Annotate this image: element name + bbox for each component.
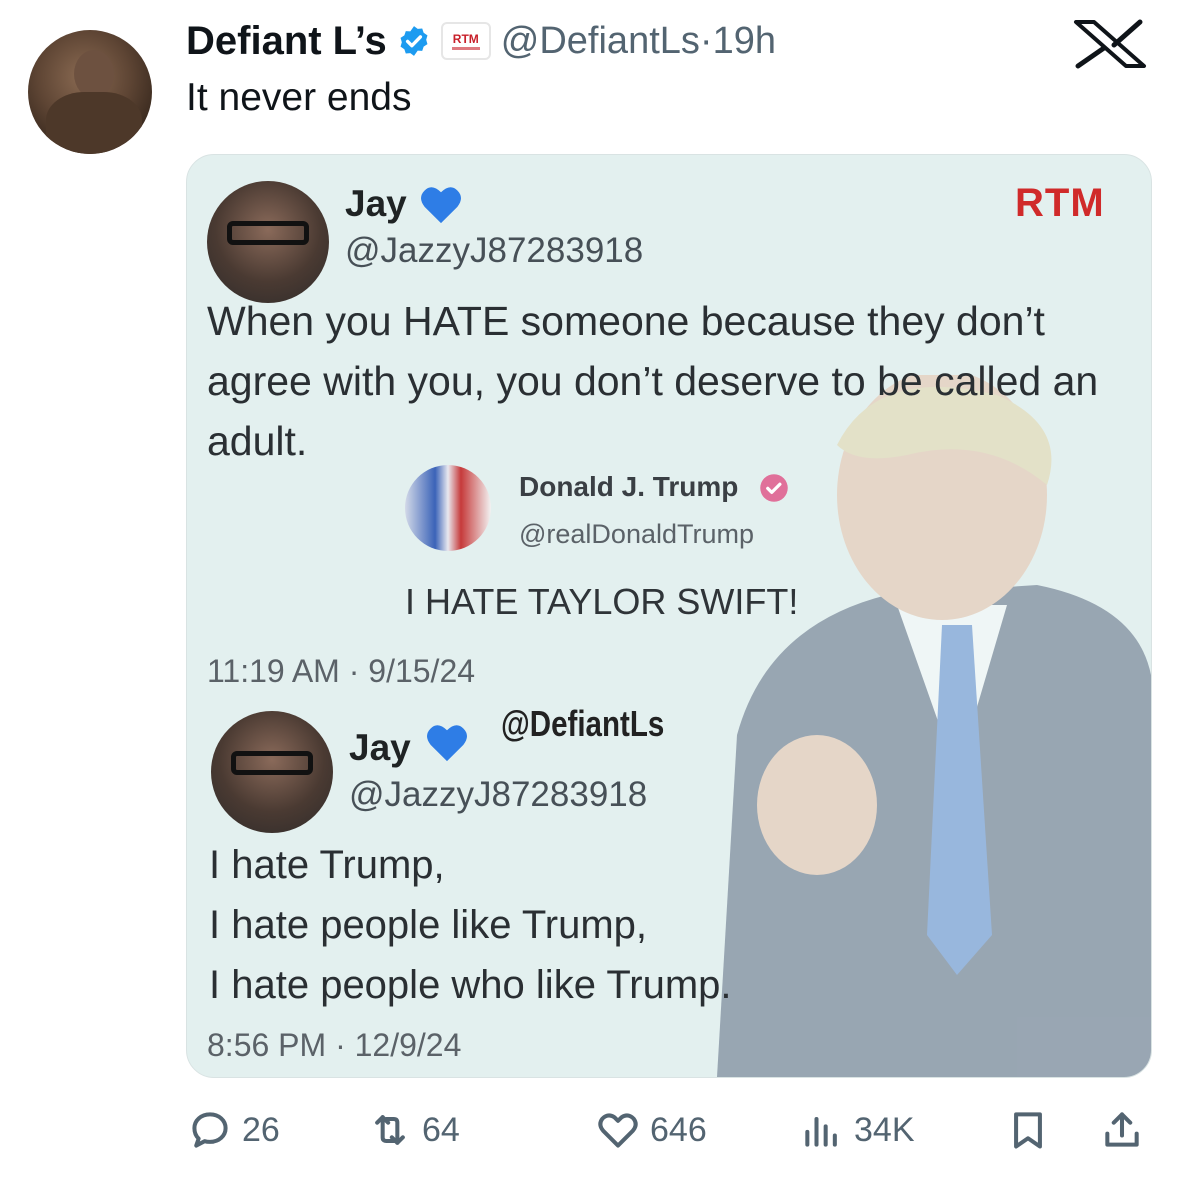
reply-icon [192,1112,228,1148]
views-button[interactable]: 34K [800,1100,915,1160]
time-separator: · [699,19,713,62]
quote1-handle: @JazzyJ87283918 [345,231,644,270]
quote2-handle: @JazzyJ87283918 [349,775,648,814]
avatar-figure-head [74,50,114,98]
bookmark-button[interactable] [1006,1100,1050,1160]
author-handle[interactable]: @DefiantLs [501,20,700,62]
heart-icon [598,1113,638,1148]
views-icon [805,1116,837,1147]
jay-avatar [207,181,329,303]
reply-count: 26 [242,1110,280,1149]
avatar-figure-body [46,92,142,154]
share-icon [1105,1112,1139,1147]
rtm-label: RTM [1015,181,1105,225]
author-display-name[interactable]: Defiant L’s [186,19,387,64]
quote2-name: Jay [349,727,411,768]
repost-count: 64 [422,1110,460,1149]
screenshot-content: Jay @JazzyJ87283918 RTM When you HATE so… [187,155,1151,1077]
post-header: Defiant L’s RTM @DefiantLs·19h [186,14,776,68]
repost-icon [375,1115,405,1145]
affiliate-badge-underline [451,46,480,50]
author-avatar[interactable] [28,30,152,154]
quote1-timestamp: 11:19 AM · 9/15/24 [207,653,476,689]
quote2-line-3: I hate people who like Trump. [209,963,732,1007]
action-bar: 26 64 646 34K [186,1100,1150,1160]
views-count: 34K [854,1110,915,1149]
x-logo-icon[interactable] [1070,18,1150,70]
author-handle-time: @DefiantLs·19h [501,20,776,63]
repost-button[interactable]: 64 [368,1100,460,1160]
jay-avatar-glasses [227,221,309,245]
blue-heart-icon [421,187,461,224]
post-time[interactable]: 19h [713,20,776,62]
quote1-text: When you HATE someone because they don’t… [207,298,1099,464]
quote2-timestamp: 8:56 PM · 12/9/24 [207,1027,462,1063]
watermark: @DefiantLs [501,703,665,744]
embedded-handle: @realDonaldTrump [519,519,754,549]
bookmark-icon [1014,1112,1042,1149]
blue-heart-icon [427,725,467,762]
quote1-name: Jay [345,183,407,224]
like-button[interactable]: 646 [596,1100,707,1160]
affiliate-badge-label: RTM [452,31,479,46]
affiliate-badge[interactable]: RTM [440,22,491,60]
quote2-line-1: I hate Trump, [209,843,445,887]
jay-avatar-2-glasses [231,751,313,775]
trump-avatar [405,465,491,551]
reply-button[interactable]: 26 [188,1100,280,1160]
jay-avatar-2 [211,711,333,833]
embedded-name: Donald J. Trump [519,471,739,502]
post-media[interactable]: Jay @JazzyJ87283918 RTM When you HATE so… [186,154,1152,1078]
verified-badge-icon [400,26,428,56]
embedded-text: I HATE TAYLOR SWIFT! [405,581,799,622]
share-button[interactable] [1100,1100,1144,1160]
post-text: It never ends [186,76,412,119]
quote2-line-2: I hate people like Trump, [209,903,648,947]
like-count: 646 [650,1110,707,1149]
verified-badge-pink-icon [760,474,788,502]
